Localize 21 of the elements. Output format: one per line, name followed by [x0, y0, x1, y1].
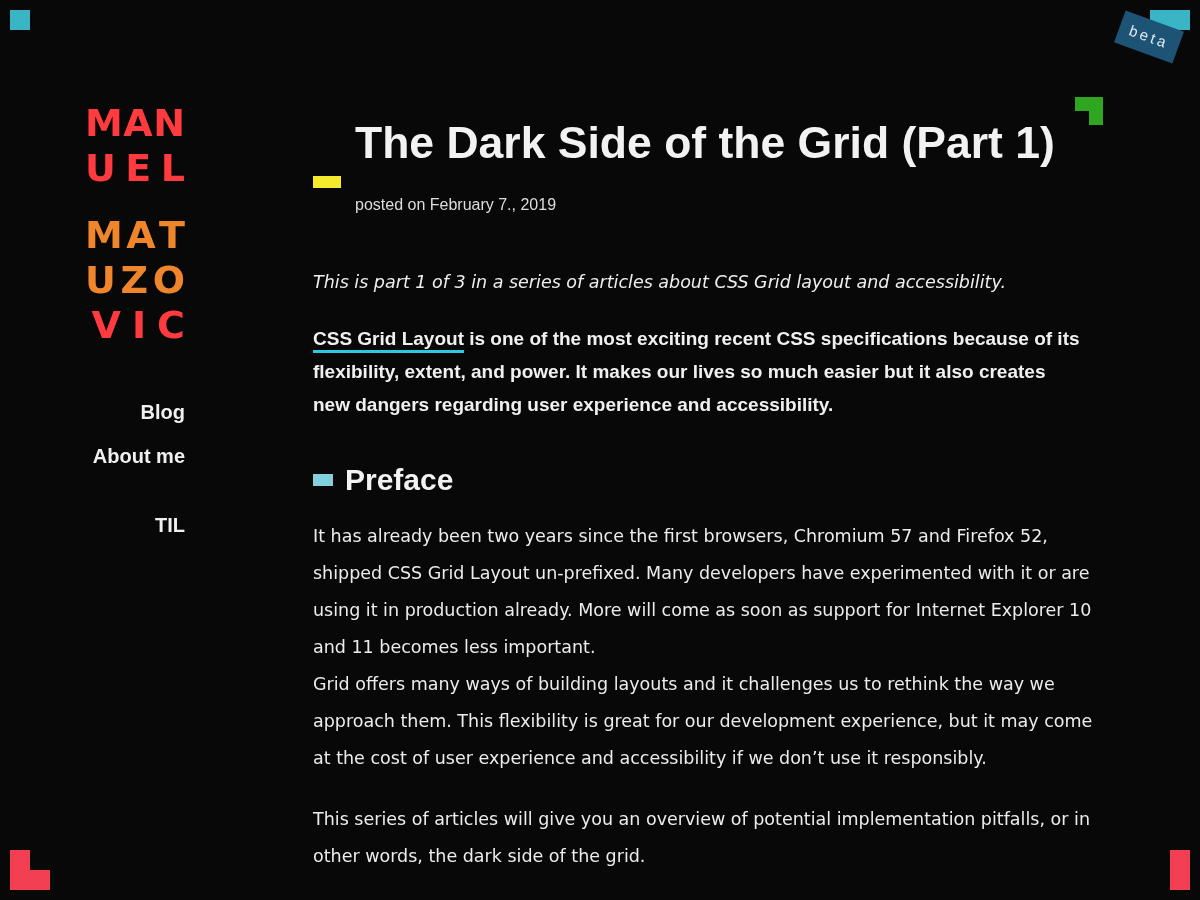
article-title: The Dark Side of the Grid (Part 1)	[355, 117, 1056, 169]
bar-icon	[313, 474, 333, 486]
logo-line[interactable]: MAT	[85, 213, 185, 258]
l-shape-icon	[10, 850, 50, 890]
logo-line[interactable]: MAN	[85, 101, 185, 146]
bar-icon	[1170, 850, 1190, 890]
post-date: posted on February 7., 2019	[355, 195, 558, 215]
intro-text: This is part 1 of 3 in a series of articles about CSS Grid layout and accessibility.	[313, 271, 1007, 294]
section-heading: Preface	[345, 462, 454, 498]
lead-paragraph: CSS Grid Layout is one of the most exciting recent CSS specifications because of its flexibility, extent, and power. It makes our lives so much easier but it also creates new dangers regarding user experience and accessibility.	[313, 327, 1081, 417]
nav-link[interactable]: Blog	[140, 400, 185, 424]
bar-icon	[313, 176, 341, 188]
body-text: It has already been two years since the first browsers, Chromium 57 and Firefox 52, shipped CSS Grid Layout un-prefixed. Many developers have experimented with it or are using it in production already. More will come as soon as support for Internet Explorer 10 and 11 becomes less important.	[313, 525, 1093, 659]
corner-bracket-icon	[1075, 97, 1103, 125]
text-link[interactable]: CSS Grid Layout	[313, 328, 464, 353]
square-icon	[10, 10, 30, 30]
body-text: This series of articles will give you an overview of potential implementation pitfalls, or in other words, the dark side of the grid.	[313, 808, 1091, 868]
nav-link[interactable]: About me	[92, 444, 185, 468]
logo-line[interactable]: UZO	[85, 258, 185, 303]
nav-link[interactable]: TIL	[155, 513, 185, 537]
body-text: Grid offers many ways of building layouts and it challenges us to rethink the way we approach them. This flexibility is great for our development experience, but it may come at the cost of user experience and accessibility if we don’t use it responsibly.	[313, 673, 1094, 770]
